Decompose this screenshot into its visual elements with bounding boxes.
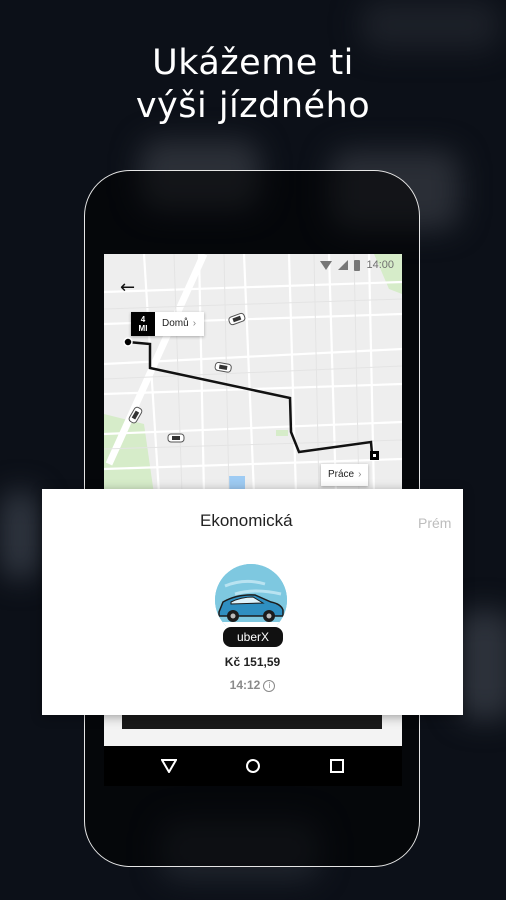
battery-icon xyxy=(354,259,361,271)
chevron-right-icon: › xyxy=(192,318,197,329)
eta-unit: MI xyxy=(138,324,148,333)
back-triangle-icon[interactable] xyxy=(149,746,189,786)
recents-square-icon[interactable] xyxy=(317,746,357,786)
chevron-right-icon: › xyxy=(358,469,362,480)
signal-icon xyxy=(338,260,349,270)
arrival-time: 14:12 xyxy=(229,678,261,692)
eta-value: 4 xyxy=(140,315,146,324)
headline: Ukážeme ti výši jízdného xyxy=(0,42,506,128)
product-name-badge: uberX xyxy=(221,625,285,649)
pickup-label: Domů › xyxy=(155,312,205,336)
product-selector-card: Ekonomická Prém uberX Kč 151,59 14:12 i xyxy=(42,489,463,715)
map[interactable] xyxy=(104,254,402,494)
origin-label: Domů xyxy=(162,318,189,329)
status-time: 14:00 xyxy=(366,259,394,271)
destination-chip[interactable]: Práce › xyxy=(321,464,369,486)
back-arrow-icon[interactable]: ← xyxy=(120,278,135,298)
home-circle-icon[interactable] xyxy=(233,746,273,786)
wifi-icon xyxy=(320,260,333,270)
fare-price: Kč 151,59 xyxy=(224,655,281,669)
tab-economy[interactable]: Ekonomická xyxy=(200,511,293,531)
request-button[interactable] xyxy=(122,715,382,729)
info-icon[interactable]: i xyxy=(263,679,276,692)
eta-badge: 4 MI xyxy=(131,312,155,336)
arrival-time-row: 14:12 i xyxy=(42,678,463,692)
status-bar: 14:00 xyxy=(104,254,402,276)
pickup-chip[interactable]: 4 MI Domů › xyxy=(131,312,205,336)
destination-label: Práce xyxy=(328,469,355,480)
tab-premium[interactable]: Prém xyxy=(418,515,451,531)
headline-line-2: výši jízdného xyxy=(135,86,371,126)
headline-line-1: Ukážeme ti xyxy=(152,43,354,83)
android-nav-bar xyxy=(104,746,402,786)
car-icon xyxy=(167,433,185,443)
origin-marker xyxy=(123,337,133,347)
